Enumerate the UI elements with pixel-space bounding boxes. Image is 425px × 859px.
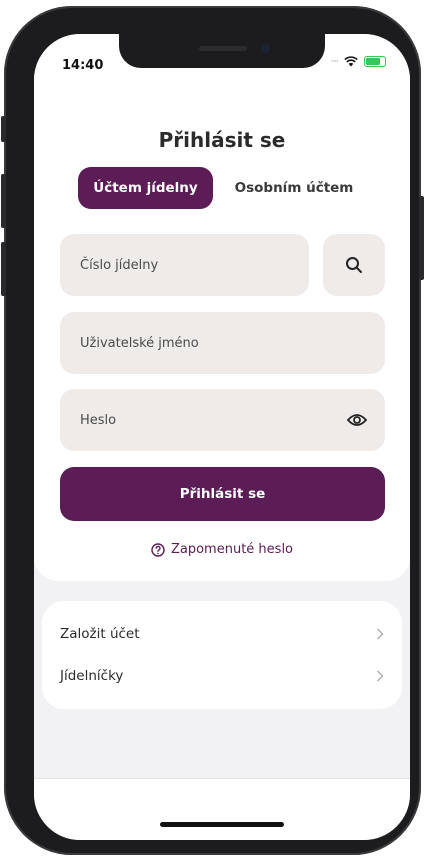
- status-indicators: ····: [331, 56, 386, 67]
- page-title: Přihlásit se: [158, 128, 286, 152]
- password-placeholder: Heslo: [80, 412, 117, 428]
- status-time: 14:40: [62, 58, 104, 73]
- chevron-right-icon: [376, 628, 384, 640]
- password-field[interactable]: Heslo: [60, 389, 385, 451]
- volume-up-button: [1, 174, 6, 228]
- menus-label: Jídelníčky: [60, 668, 124, 684]
- phone-frame: 14:40 ···· Přihlásit se Účtem jídelny Os…: [1, 6, 424, 855]
- battery-icon: [364, 56, 386, 67]
- signal-dots-icon: ····: [330, 56, 340, 67]
- list-item-menus[interactable]: Jídelníčky: [60, 661, 384, 691]
- notch: [119, 34, 325, 68]
- bottom-bar: [34, 778, 410, 840]
- speaker-grille: [199, 46, 247, 51]
- mute-switch: [1, 116, 6, 142]
- forgot-password-link[interactable]: Zapomenuté heslo: [34, 542, 410, 557]
- help-circle-icon: [151, 542, 165, 557]
- search-button[interactable]: [323, 234, 385, 296]
- eye-icon[interactable]: [347, 413, 367, 427]
- volume-down-button: [1, 242, 6, 296]
- links-card: Založit účet Jídelníčky: [42, 601, 402, 709]
- home-indicator[interactable]: [160, 822, 284, 827]
- front-camera: [261, 44, 270, 53]
- tab-personal-account[interactable]: Osobním účtem: [224, 167, 364, 209]
- tab-canteen-account[interactable]: Účtem jídelny: [78, 167, 213, 209]
- search-icon: [346, 257, 362, 273]
- canteen-number-placeholder: Číslo jídelny: [80, 257, 159, 273]
- login-card: 14:40 ···· Přihlásit se Účtem jídelny Os…: [34, 34, 410, 581]
- create-account-label: Založit účet: [60, 626, 140, 642]
- canteen-number-field[interactable]: Číslo jídelny: [60, 234, 309, 296]
- screen: 14:40 ···· Přihlásit se Účtem jídelny Os…: [34, 34, 410, 840]
- chevron-right-icon: [376, 670, 384, 682]
- wifi-icon: [344, 56, 358, 67]
- username-field[interactable]: Uživatelské jméno: [60, 312, 385, 374]
- list-item-create-account[interactable]: Založit účet: [60, 619, 384, 649]
- login-button[interactable]: Přihlásit se: [60, 467, 385, 521]
- username-placeholder: Uživatelské jméno: [80, 335, 199, 351]
- forgot-password-label: Zapomenuté heslo: [170, 542, 294, 557]
- power-button: [419, 196, 424, 280]
